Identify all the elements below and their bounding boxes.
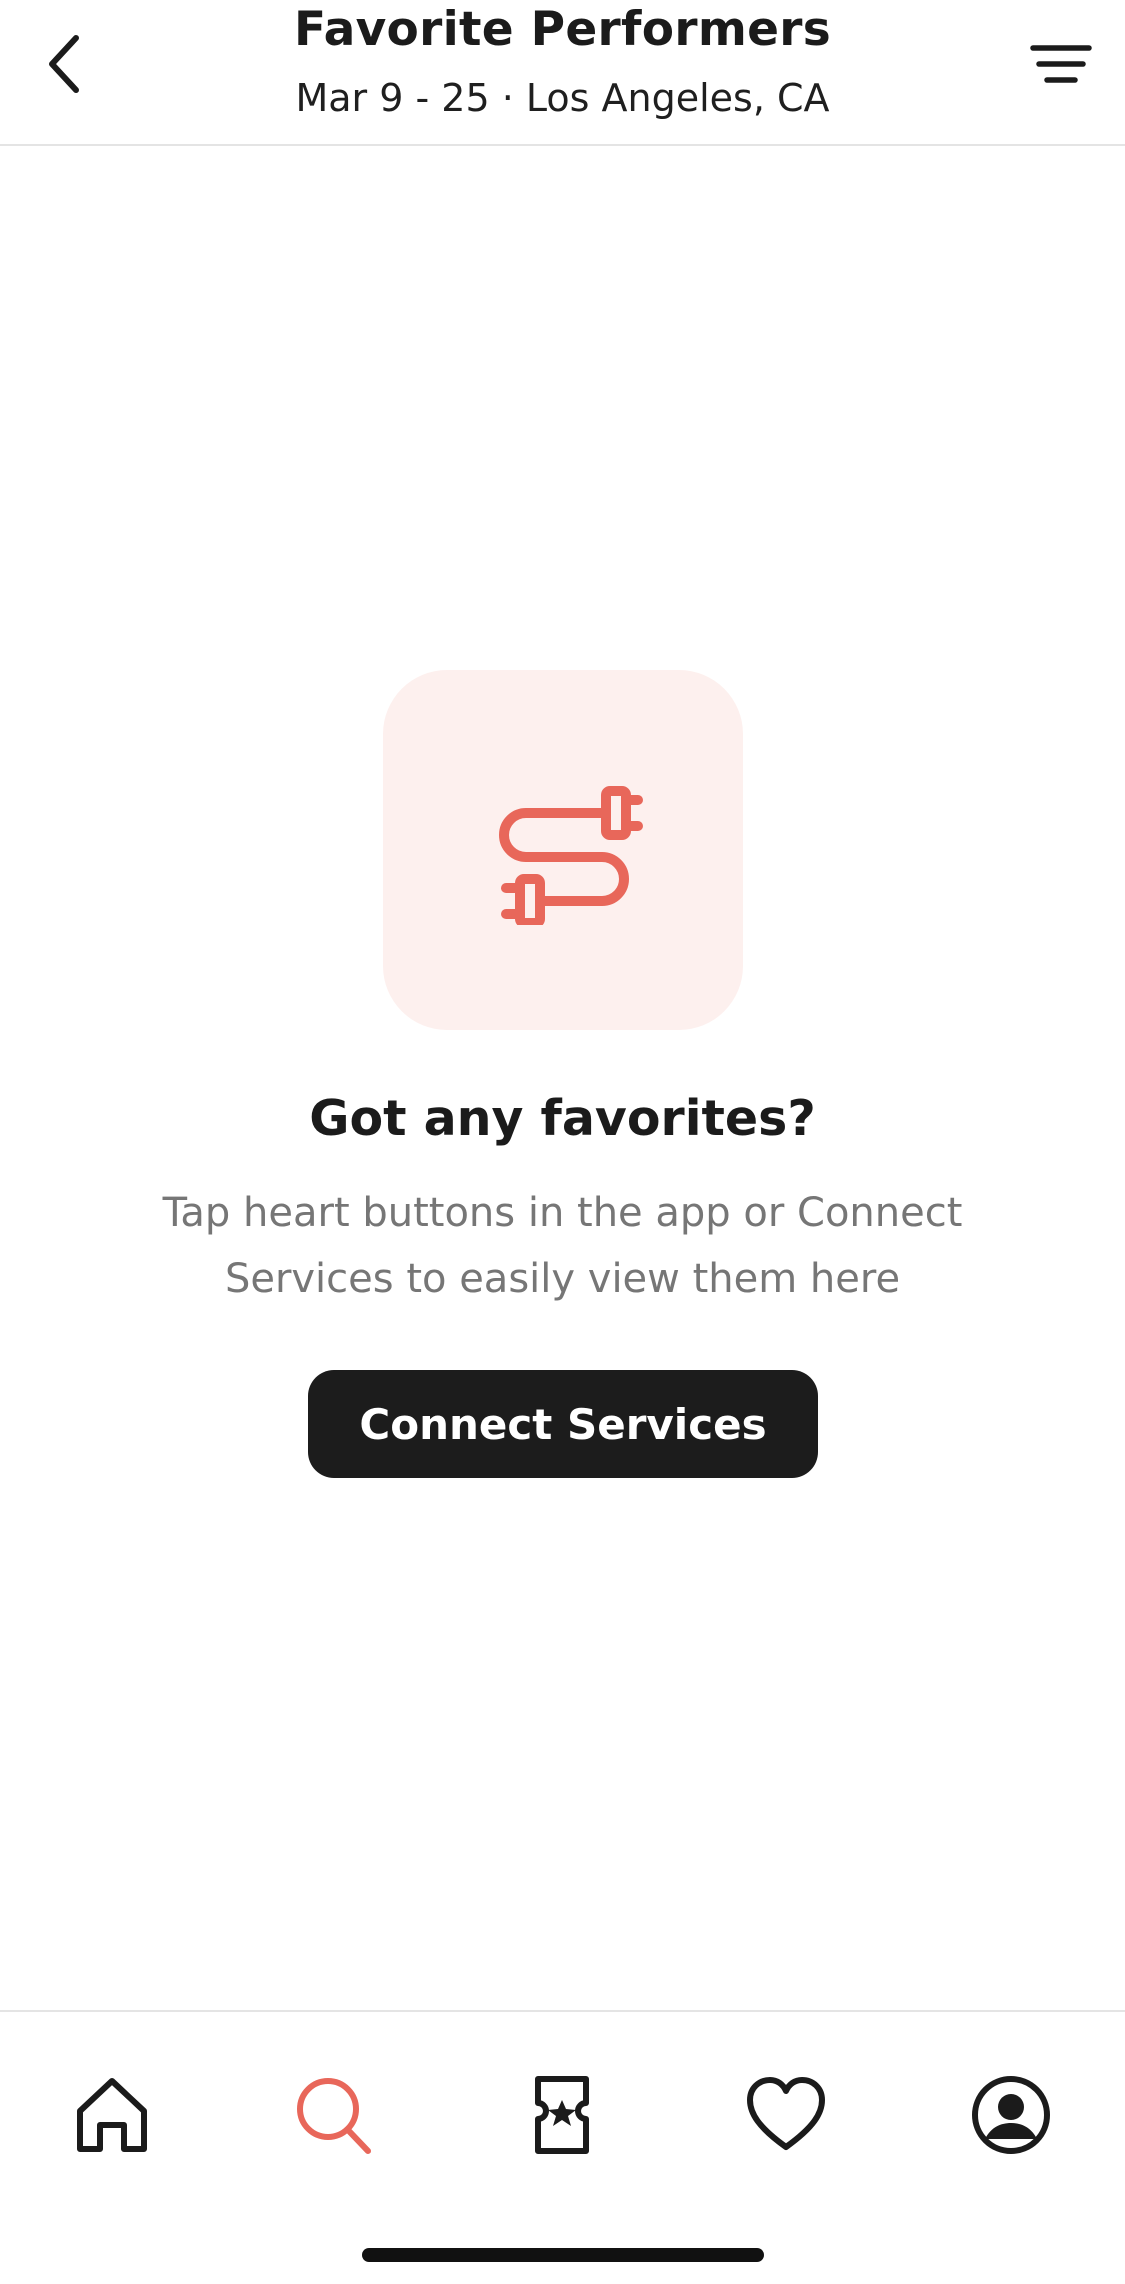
tab-tickets[interactable] bbox=[507, 2060, 617, 2170]
page-subtitle: Mar 9 - 25 · Los Angeles, CA bbox=[295, 76, 830, 120]
tab-home[interactable] bbox=[57, 2060, 167, 2170]
ticket-icon bbox=[535, 2076, 589, 2154]
bottom-tab-bar bbox=[0, 2010, 1125, 2284]
plug-cable-icon bbox=[499, 786, 643, 925]
top-bar: Favorite Performers Mar 9 - 25 · Los Ang… bbox=[0, 0, 1125, 146]
filter-button[interactable] bbox=[1021, 22, 1101, 106]
account-icon bbox=[972, 2076, 1050, 2154]
tab-account[interactable] bbox=[956, 2060, 1066, 2170]
empty-state-title: Got any favorites? bbox=[309, 1090, 816, 1147]
empty-state-description: Tap heart buttons in the app or Connect … bbox=[162, 1190, 963, 1302]
filter-lines-icon bbox=[1030, 45, 1092, 83]
back-button[interactable] bbox=[28, 22, 104, 106]
tab-search[interactable] bbox=[279, 2060, 389, 2170]
search-icon bbox=[297, 2078, 371, 2154]
tab-favorites[interactable] bbox=[731, 2060, 841, 2170]
chevron-left-icon bbox=[49, 35, 79, 93]
home-indicator bbox=[362, 2248, 764, 2262]
heart-icon bbox=[747, 2077, 825, 2150]
empty-state-icon-tile bbox=[383, 670, 743, 1030]
page-title: Favorite Performers bbox=[293, 2, 832, 57]
home-icon bbox=[77, 2078, 147, 2152]
connect-services-button[interactable]: Connect Services bbox=[308, 1370, 818, 1478]
